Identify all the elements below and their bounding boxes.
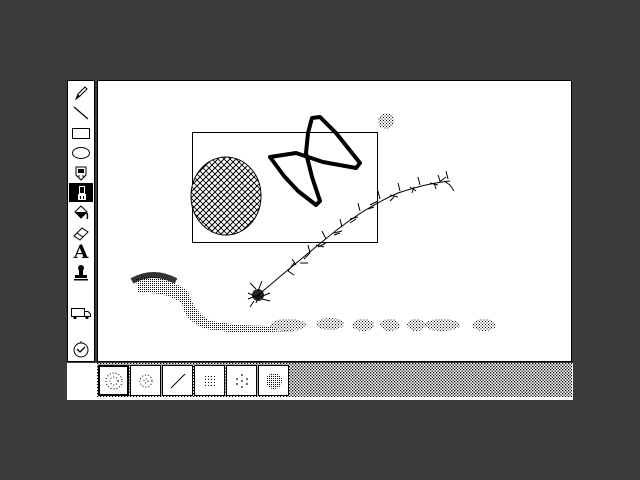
- oval-icon: [72, 146, 90, 159]
- paint-application: A: [67, 80, 573, 400]
- slash-brush-icon: [170, 373, 185, 388]
- drawn-patterned-oval: [190, 156, 262, 236]
- drawn-bow-shape: [268, 115, 362, 207]
- brush-option-2[interactable]: [130, 365, 161, 396]
- brush-stroke-dotted: [270, 318, 496, 331]
- dotted-brush-icon: [139, 374, 152, 387]
- brush-option-5[interactable]: [226, 365, 257, 396]
- drawing: [130, 113, 496, 333]
- pencil-icon: [74, 85, 88, 100]
- truck-tool[interactable]: [69, 303, 93, 322]
- brush-option-4[interactable]: [194, 365, 225, 396]
- spray-tool[interactable]: [69, 163, 93, 182]
- eraser-tool[interactable]: [69, 223, 93, 242]
- stamp-tool[interactable]: [69, 263, 93, 282]
- brush-tool[interactable]: [69, 183, 93, 202]
- scribble-branch: [247, 170, 455, 308]
- toolbox: A: [67, 80, 95, 362]
- text-tool-icon: A: [73, 241, 89, 263]
- undo-tool[interactable]: [69, 339, 93, 358]
- eraser-icon: [73, 226, 89, 241]
- text-tool[interactable]: A: [69, 243, 93, 262]
- line-icon: [73, 106, 89, 119]
- oval-tool[interactable]: [69, 143, 93, 162]
- rectangle-tool[interactable]: [69, 123, 93, 142]
- line-tool[interactable]: [69, 103, 93, 122]
- paint-bucket-icon: [74, 204, 89, 219]
- undo-bomb-icon: [73, 340, 89, 357]
- truck-icon: [71, 307, 91, 319]
- pencil-tool[interactable]: [69, 83, 93, 102]
- stamp-icon: [74, 264, 88, 280]
- brush-palette: [98, 365, 290, 397]
- dotted-brush-icon: [105, 372, 122, 389]
- sparse-brush-icon: [235, 373, 248, 388]
- dense-brush-icon: [265, 372, 282, 389]
- brush-option-6[interactable]: [258, 365, 289, 396]
- brush-option-1[interactable]: [98, 365, 129, 396]
- bottom-bar: [67, 363, 573, 400]
- brush-option-3[interactable]: [162, 365, 193, 396]
- brush-icon: [78, 185, 86, 200]
- grid-brush-icon: [202, 373, 217, 388]
- spray-can-icon: [75, 166, 87, 181]
- drawing-canvas[interactable]: [97, 80, 572, 362]
- rectangle-icon: [72, 127, 90, 139]
- spray-dot: [378, 113, 394, 129]
- fill-tool[interactable]: [69, 203, 93, 222]
